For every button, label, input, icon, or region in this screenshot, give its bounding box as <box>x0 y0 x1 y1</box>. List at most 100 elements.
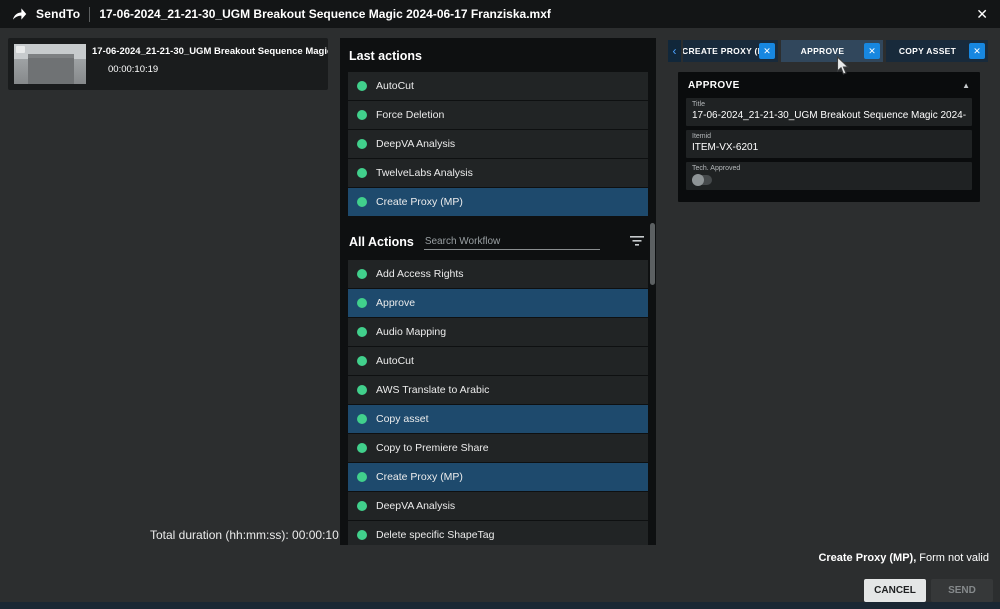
validation-workflow-name: Create Proxy (MP), <box>818 552 916 564</box>
action-label: Create Proxy (MP) <box>376 196 463 208</box>
collapse-icon[interactable]: ▲ <box>962 81 970 90</box>
action-row[interactable]: DeepVA Analysis <box>348 130 648 158</box>
chips-scroll-left-button[interactable]: ‹ <box>668 40 681 62</box>
app-label: SendTo <box>36 7 80 21</box>
video-type-icon <box>16 46 25 53</box>
sendto-icon <box>12 7 27 21</box>
chip-label: COPY ASSET <box>886 46 969 56</box>
form-field[interactable]: Tech. Approved <box>686 162 972 190</box>
action-row[interactable]: AutoCut <box>348 72 648 100</box>
status-dot-icon <box>357 110 367 120</box>
status-dot-icon <box>357 385 367 395</box>
workflow-search-input[interactable] <box>424 234 600 250</box>
asset-info: 17-06-2024_21-21-30_UGM Breakout Sequenc… <box>92 38 328 75</box>
validation-text: Form not valid <box>916 552 989 564</box>
action-label: Copy asset <box>376 413 429 425</box>
selected-actions-row: CREATE PROXY (MP)✕APPROVE✕COPY ASSET✕ <box>683 40 988 62</box>
close-dialog-button[interactable]: ✕ <box>976 7 988 21</box>
action-label: Delete specific ShapeTag <box>376 529 495 541</box>
status-dot-icon <box>357 356 367 366</box>
validation-message: Create Proxy (MP), Form not valid <box>818 552 989 564</box>
action-label: AutoCut <box>376 355 414 367</box>
asset-title: 17-06-2024_21-21-30_UGM Breakout Sequenc… <box>92 46 328 57</box>
action-row[interactable]: AWS Translate to Arabic <box>348 376 648 404</box>
field-label: Title <box>692 101 966 108</box>
approve-form-header[interactable]: APPROVE ▲ <box>678 72 980 98</box>
form-field[interactable]: Title 17-06-2024_21-21-30_UGM Breakout Se… <box>686 98 972 126</box>
action-row[interactable]: Create Proxy (MP) <box>348 463 648 491</box>
action-row[interactable]: Audio Mapping <box>348 318 648 346</box>
action-label: AutoCut <box>376 80 414 92</box>
approve-form-title: APPROVE <box>688 80 740 91</box>
approve-form-panel: APPROVE ▲ Title 17-06-2024_21-21-30_UGM B… <box>678 72 980 202</box>
field-value: ITEM-VX-6201 <box>692 142 966 153</box>
workflow-chip[interactable]: CREATE PROXY (MP)✕ <box>683 40 778 62</box>
workflow-chip[interactable]: COPY ASSET✕ <box>886 40 988 62</box>
selected-workflows-bar: ‹ CREATE PROXY (MP)✕APPROVE✕COPY ASSET✕ <box>668 40 988 62</box>
status-dot-icon <box>357 139 367 149</box>
field-label: Tech. Approved <box>692 165 966 172</box>
all-actions-header: All Actions <box>349 233 648 251</box>
action-row[interactable]: TwelveLabs Analysis <box>348 159 648 187</box>
actions-scrollbar[interactable] <box>650 223 655 285</box>
approve-form-fields: Title 17-06-2024_21-21-30_UGM Breakout Se… <box>678 98 980 190</box>
action-label: DeepVA Analysis <box>376 500 455 512</box>
action-label: AWS Translate to Arabic <box>376 384 489 396</box>
all-actions-list: Add Access Rights Approve Audio Mapping Aut… <box>348 260 648 545</box>
status-dot-icon <box>357 81 367 91</box>
action-row[interactable]: Copy asset <box>348 405 648 433</box>
chip-label: APPROVE <box>781 46 864 56</box>
chip-remove-button[interactable]: ✕ <box>759 43 775 59</box>
action-label: Force Deletion <box>376 109 444 121</box>
action-label: TwelveLabs Analysis <box>376 167 473 179</box>
action-label: Copy to Premiere Share <box>376 442 489 454</box>
send-button: SEND <box>931 579 993 602</box>
total-duration-label: Total duration (hh:mm:ss): 00:00:10 <box>150 528 339 542</box>
filter-icon[interactable] <box>630 233 644 251</box>
footer-buttons: CANCEL SEND <box>864 579 993 602</box>
status-dot-icon <box>357 269 367 279</box>
toggle-knob <box>692 174 704 186</box>
status-dot-icon <box>357 197 367 207</box>
dialog-title: 17-06-2024_21-21-30_UGM Breakout Sequenc… <box>99 7 551 21</box>
action-row[interactable]: Delete specific ShapeTag <box>348 521 648 545</box>
asset-card[interactable]: 17-06-2024_21-21-30_UGM Breakout Sequenc… <box>8 38 328 90</box>
status-dot-icon <box>357 472 367 482</box>
action-row[interactable]: Create Proxy (MP) <box>348 188 648 216</box>
action-label: Add Access Rights <box>376 268 464 280</box>
all-actions-heading: All Actions <box>349 235 414 249</box>
status-dot-icon <box>357 530 367 540</box>
tech-approved-toggle[interactable] <box>692 175 712 185</box>
dialog-titlebar: SendTo 17-06-2024_21-21-30_UGM Breakout … <box>0 0 1000 28</box>
status-dot-icon <box>357 501 367 511</box>
action-row[interactable]: Force Deletion <box>348 101 648 129</box>
cancel-button[interactable]: CANCEL <box>864 579 926 602</box>
workflow-actions-panel: Last actions AutoCut Force Deletion DeepVA… <box>340 38 656 545</box>
chip-remove-button[interactable]: ✕ <box>864 43 880 59</box>
action-label: Create Proxy (MP) <box>376 471 463 483</box>
chip-remove-button[interactable]: ✕ <box>969 43 985 59</box>
action-row[interactable]: Copy to Premiere Share <box>348 434 648 462</box>
action-row[interactable]: Add Access Rights <box>348 260 648 288</box>
bottom-strip <box>0 602 1000 609</box>
asset-thumbnail <box>14 44 86 84</box>
action-row[interactable]: AutoCut <box>348 347 648 375</box>
workflow-chip[interactable]: APPROVE✕ <box>781 40 883 62</box>
last-actions-heading: Last actions <box>349 49 648 63</box>
chip-label: CREATE PROXY (MP) <box>683 46 759 56</box>
field-value: 17-06-2024_21-21-30_UGM Breakout Sequenc… <box>692 110 966 121</box>
titlebar-divider <box>89 7 90 22</box>
action-row[interactable]: DeepVA Analysis <box>348 492 648 520</box>
status-dot-icon <box>357 168 367 178</box>
form-field[interactable]: Itemid ITEM-VX-6201 <box>686 130 972 158</box>
action-label: Audio Mapping <box>376 326 446 338</box>
status-dot-icon <box>357 443 367 453</box>
action-label: Approve <box>376 297 415 309</box>
action-label: DeepVA Analysis <box>376 138 455 150</box>
last-actions-list: AutoCut Force Deletion DeepVA Analysis Twel… <box>348 72 648 216</box>
status-dot-icon <box>357 327 367 337</box>
thumbnail-building-shape <box>28 54 74 84</box>
action-row[interactable]: Approve <box>348 289 648 317</box>
status-dot-icon <box>357 298 367 308</box>
field-label: Itemid <box>692 133 966 140</box>
